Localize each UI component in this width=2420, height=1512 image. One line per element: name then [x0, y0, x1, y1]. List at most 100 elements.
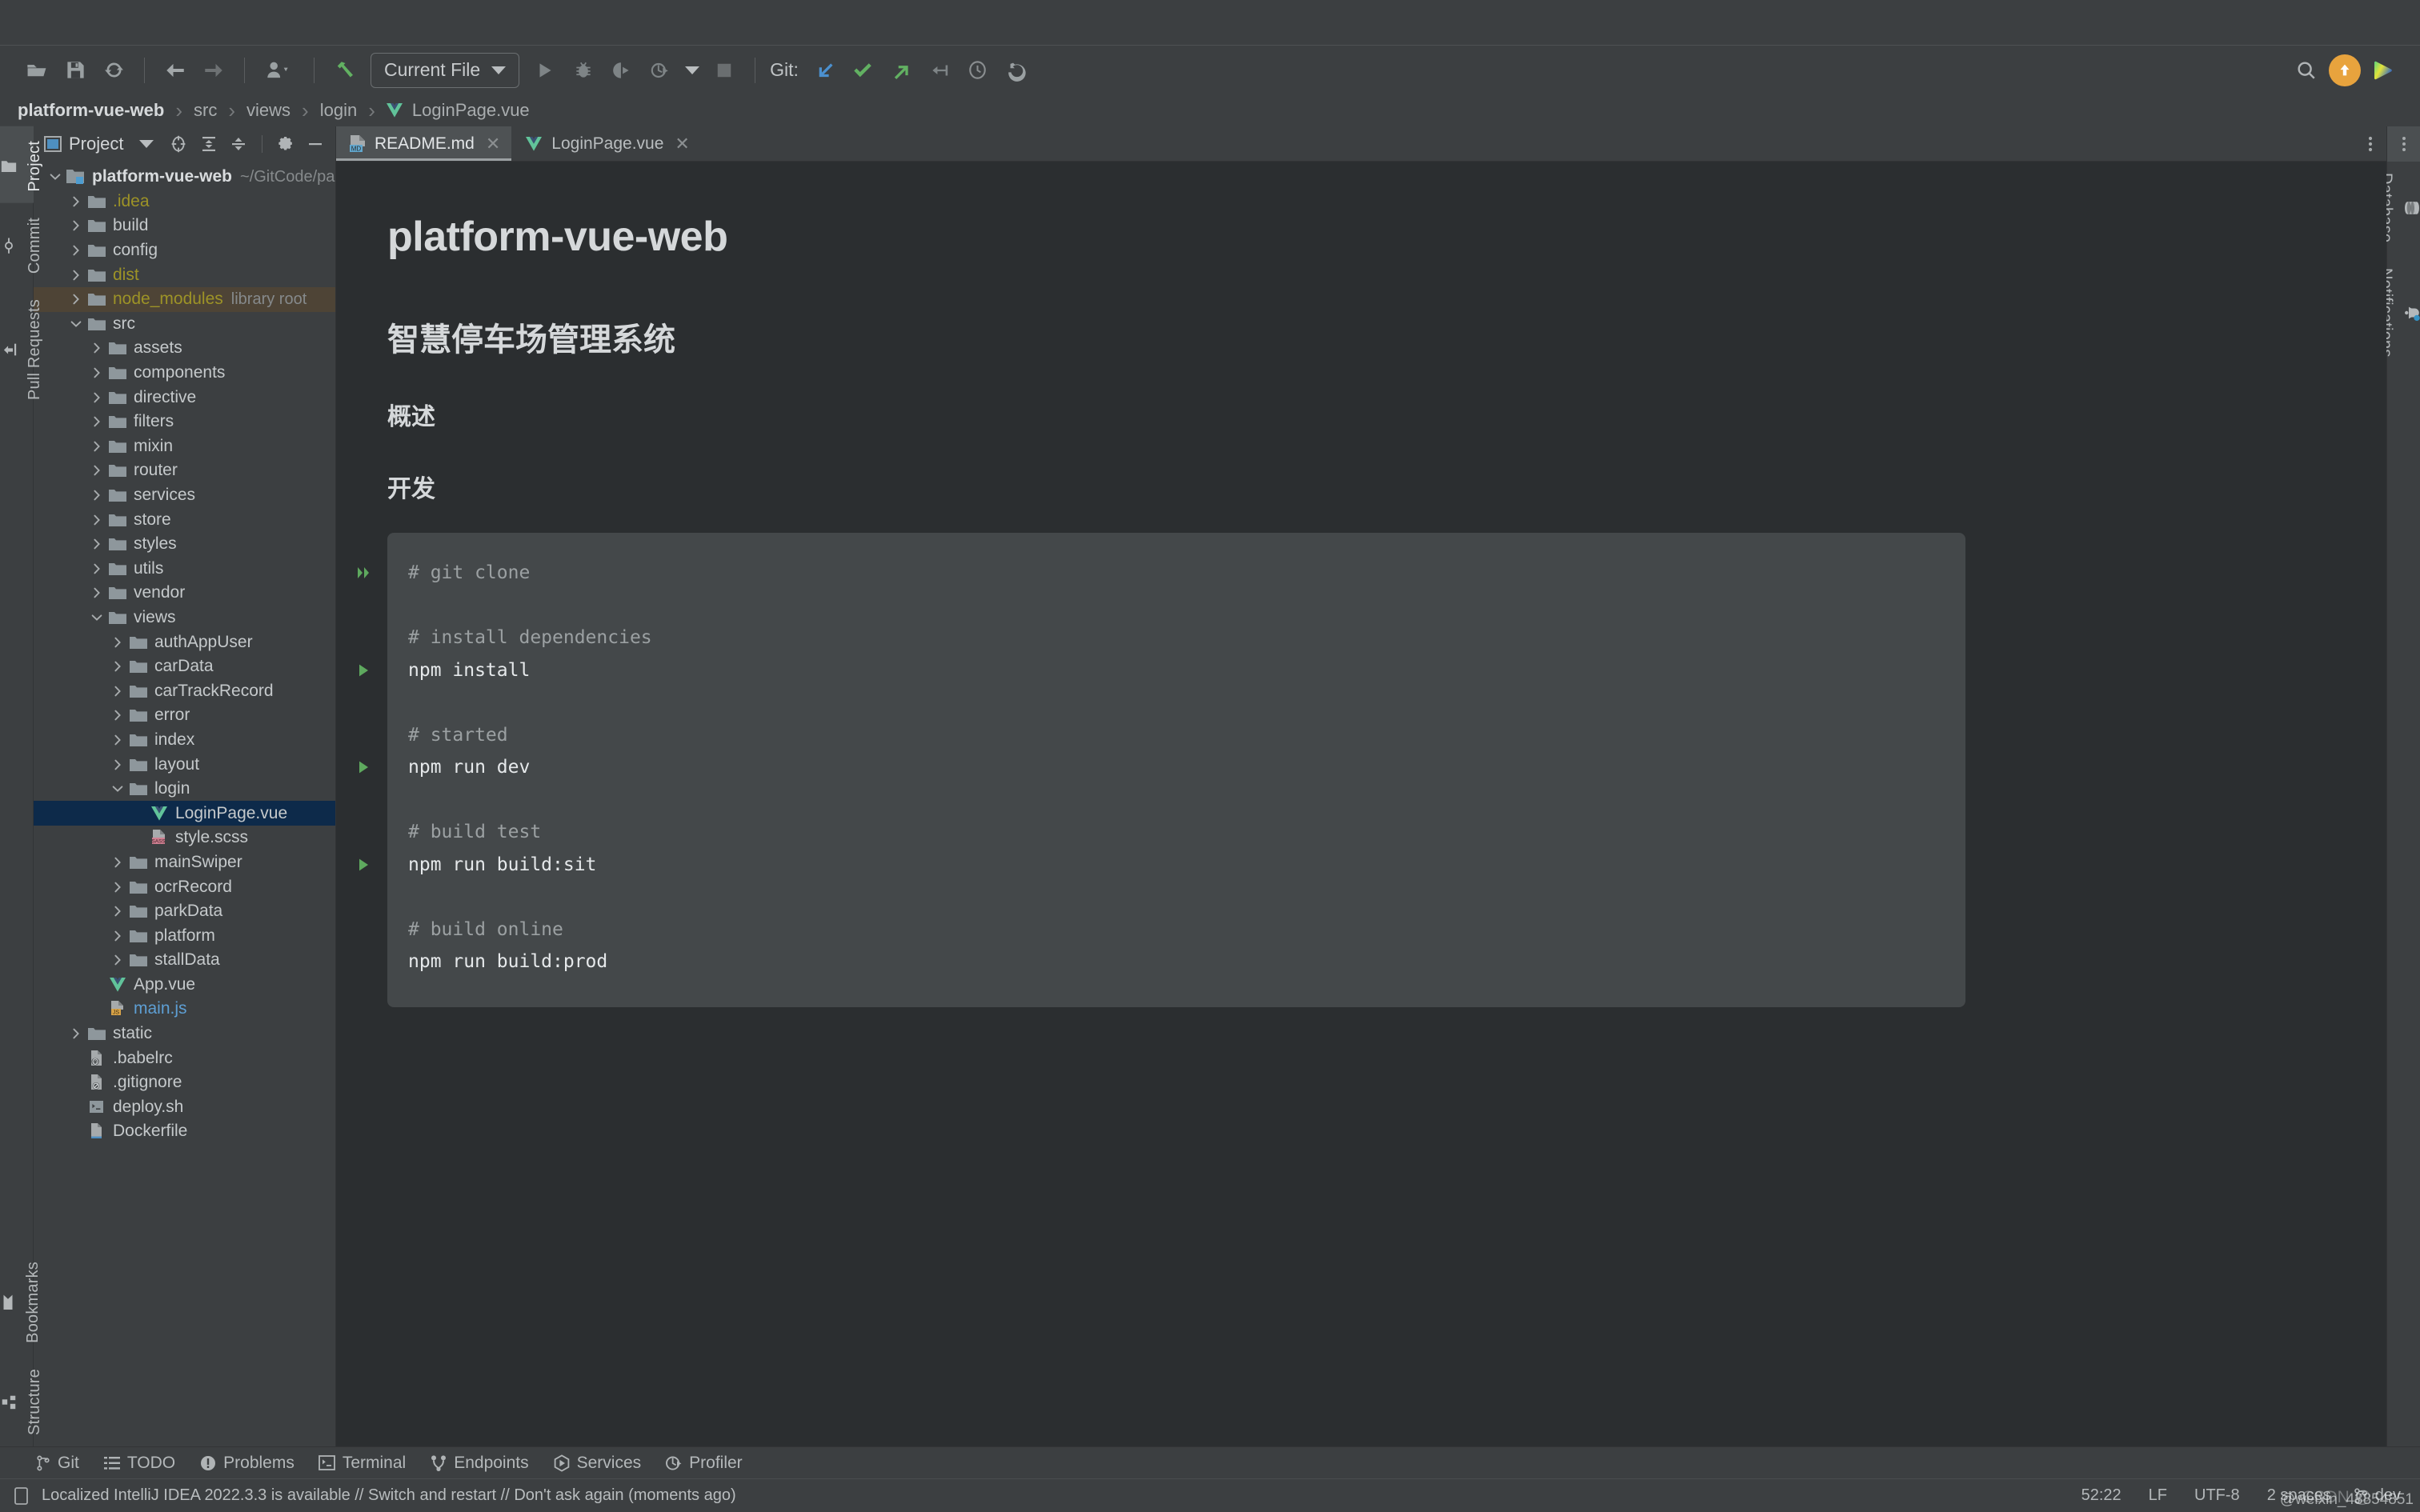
chevron-right-icon[interactable] — [86, 387, 107, 408]
chevron-right-icon[interactable] — [66, 289, 86, 310]
chevron-right-icon[interactable] — [107, 926, 128, 946]
git-rollback-icon[interactable] — [997, 51, 1036, 90]
tree-row[interactable]: filters — [34, 410, 335, 434]
tree-row[interactable]: components — [34, 361, 335, 386]
tree-row[interactable]: .idea — [34, 190, 335, 214]
chevron-right-icon[interactable] — [107, 681, 128, 702]
git-commit-icon[interactable] — [843, 51, 882, 90]
tree-row[interactable]: config — [34, 238, 335, 263]
collapse-all-icon[interactable] — [226, 132, 250, 156]
tree-row[interactable]: platform-vue-web~/GitCode/parking-platfo… — [34, 165, 335, 190]
breadcrumb-item-file[interactable]: LoginPage.vue — [411, 100, 531, 121]
stop-icon[interactable] — [705, 51, 743, 90]
tree-row[interactable]: build — [34, 214, 335, 238]
tree-row[interactable]: utils — [34, 557, 335, 582]
tool-window-button-terminal[interactable]: Terminal — [319, 1454, 406, 1473]
tree-row[interactable]: static — [34, 1022, 335, 1046]
chevron-right-icon[interactable] — [66, 1023, 86, 1044]
run-icon[interactable] — [352, 857, 376, 873]
code-with-me-icon[interactable] — [2364, 51, 2402, 90]
build-hammer-icon[interactable] — [326, 51, 364, 90]
chevron-right-icon[interactable] — [66, 191, 86, 212]
sidebar-item-project[interactable]: Project — [0, 126, 34, 203]
tab-loginpage-vue[interactable]: LoginPage.vue ✕ — [511, 126, 701, 161]
breadcrumb-item-project[interactable]: platform-vue-web — [16, 100, 166, 121]
tree-row[interactable]: styles — [34, 532, 335, 557]
more-vertical-icon[interactable] — [2387, 126, 2420, 162]
tool-window-button-todo[interactable]: TODO — [103, 1454, 175, 1473]
tree-row[interactable]: carData — [34, 654, 335, 679]
tree-row[interactable]: SASSstyle.scss — [34, 826, 335, 850]
more-vertical-icon[interactable] — [2354, 126, 2386, 161]
chevron-right-icon[interactable] — [86, 534, 107, 554]
run-icon[interactable] — [352, 662, 376, 678]
chevron-right-icon[interactable] — [66, 215, 86, 236]
save-all-icon[interactable] — [56, 51, 94, 90]
file-encoding[interactable]: UTF-8 — [2181, 1486, 2254, 1505]
sidebar-item-pull-requests[interactable]: Pull Requests — [0, 285, 34, 411]
hide-icon[interactable] — [303, 132, 327, 156]
chevron-right-icon[interactable] — [107, 705, 128, 726]
tree-row[interactable]: mixin — [34, 434, 335, 459]
refresh-icon[interactable] — [94, 51, 133, 90]
profile-user-icon[interactable] — [256, 51, 302, 90]
chevron-right-icon[interactable] — [86, 411, 107, 432]
back-arrow-icon[interactable] — [156, 51, 194, 90]
chevron-right-icon[interactable] — [107, 656, 128, 677]
chevron-down-icon[interactable] — [66, 314, 86, 334]
tree-row[interactable]: carTrackRecord — [34, 678, 335, 703]
chevron-right-icon[interactable] — [66, 265, 86, 286]
notification-balloon-icon[interactable] — [13, 1486, 30, 1506]
profile-run-icon[interactable] — [641, 51, 679, 90]
chevron-right-icon[interactable] — [107, 877, 128, 898]
tree-row[interactable]: login — [34, 777, 335, 802]
breadcrumb-item-src[interactable]: src — [192, 100, 218, 121]
sidebar-item-commit[interactable]: Commit — [0, 203, 34, 285]
breadcrumb-item-login[interactable]: login — [319, 100, 359, 121]
tree-row[interactable]: platform — [34, 923, 335, 948]
chevron-down-icon[interactable] — [45, 166, 66, 187]
tree-row[interactable]: authAppUser — [34, 630, 335, 654]
chevron-right-icon[interactable] — [107, 852, 128, 873]
close-icon[interactable]: ✕ — [486, 134, 500, 154]
project-tree[interactable]: platform-vue-web~/GitCode/parking-platfo… — [34, 162, 335, 1446]
chevron-down-icon[interactable] — [139, 140, 154, 148]
tree-row[interactable]: vendor — [34, 581, 335, 606]
tree-row[interactable]: index — [34, 728, 335, 753]
tree-row[interactable]: App.vue — [34, 973, 335, 998]
locate-file-icon[interactable] — [166, 132, 190, 156]
run-icon[interactable] — [352, 759, 376, 775]
chevron-right-icon[interactable] — [107, 901, 128, 922]
tree-row[interactable]: dist — [34, 262, 335, 287]
debug-icon[interactable] — [564, 51, 603, 90]
sidebar-item-structure[interactable]: Structure — [0, 1354, 34, 1446]
open-folder-icon[interactable] — [18, 51, 56, 90]
sidebar-item-bookmarks[interactable]: Bookmarks — [0, 1247, 34, 1354]
tree-row-selected[interactable]: LoginPage.vue — [34, 801, 335, 826]
indent-setting[interactable]: 2 spaces — [2254, 1486, 2345, 1505]
run-configuration-selector[interactable]: Current File — [371, 53, 519, 88]
tree-row[interactable]: node_moduleslibrary root — [34, 287, 335, 312]
search-everywhere-icon[interactable] — [2287, 51, 2326, 90]
tree-row[interactable]: mainSwiper — [34, 850, 335, 875]
forward-arrow-icon[interactable] — [194, 51, 233, 90]
chevron-right-icon[interactable] — [86, 460, 107, 481]
tree-row[interactable]: ocrRecord — [34, 874, 335, 899]
chevron-right-icon[interactable] — [66, 240, 86, 261]
status-message[interactable]: Localized IntelliJ IDEA 2022.3.3 is avai… — [42, 1486, 736, 1505]
chevron-right-icon[interactable] — [107, 632, 128, 653]
tool-window-button-services[interactable]: Services — [553, 1454, 642, 1473]
chevron-right-icon[interactable] — [107, 754, 128, 775]
chevron-right-icon[interactable] — [86, 338, 107, 358]
tree-row[interactable]: deploy.sh — [34, 1095, 335, 1120]
tree-row[interactable]: src — [34, 312, 335, 337]
breadcrumb-item-views[interactable]: views — [245, 100, 292, 121]
git-history-icon[interactable] — [959, 51, 997, 90]
git-branch-widget[interactable]: dev — [2345, 1486, 2406, 1505]
chevron-right-icon[interactable] — [107, 950, 128, 970]
tool-window-button-git[interactable]: Git — [35, 1454, 79, 1473]
tree-row[interactable]: store — [34, 507, 335, 532]
git-update-icon[interactable] — [805, 51, 843, 90]
chevron-right-icon[interactable] — [86, 558, 107, 579]
run-icon[interactable] — [526, 51, 564, 90]
